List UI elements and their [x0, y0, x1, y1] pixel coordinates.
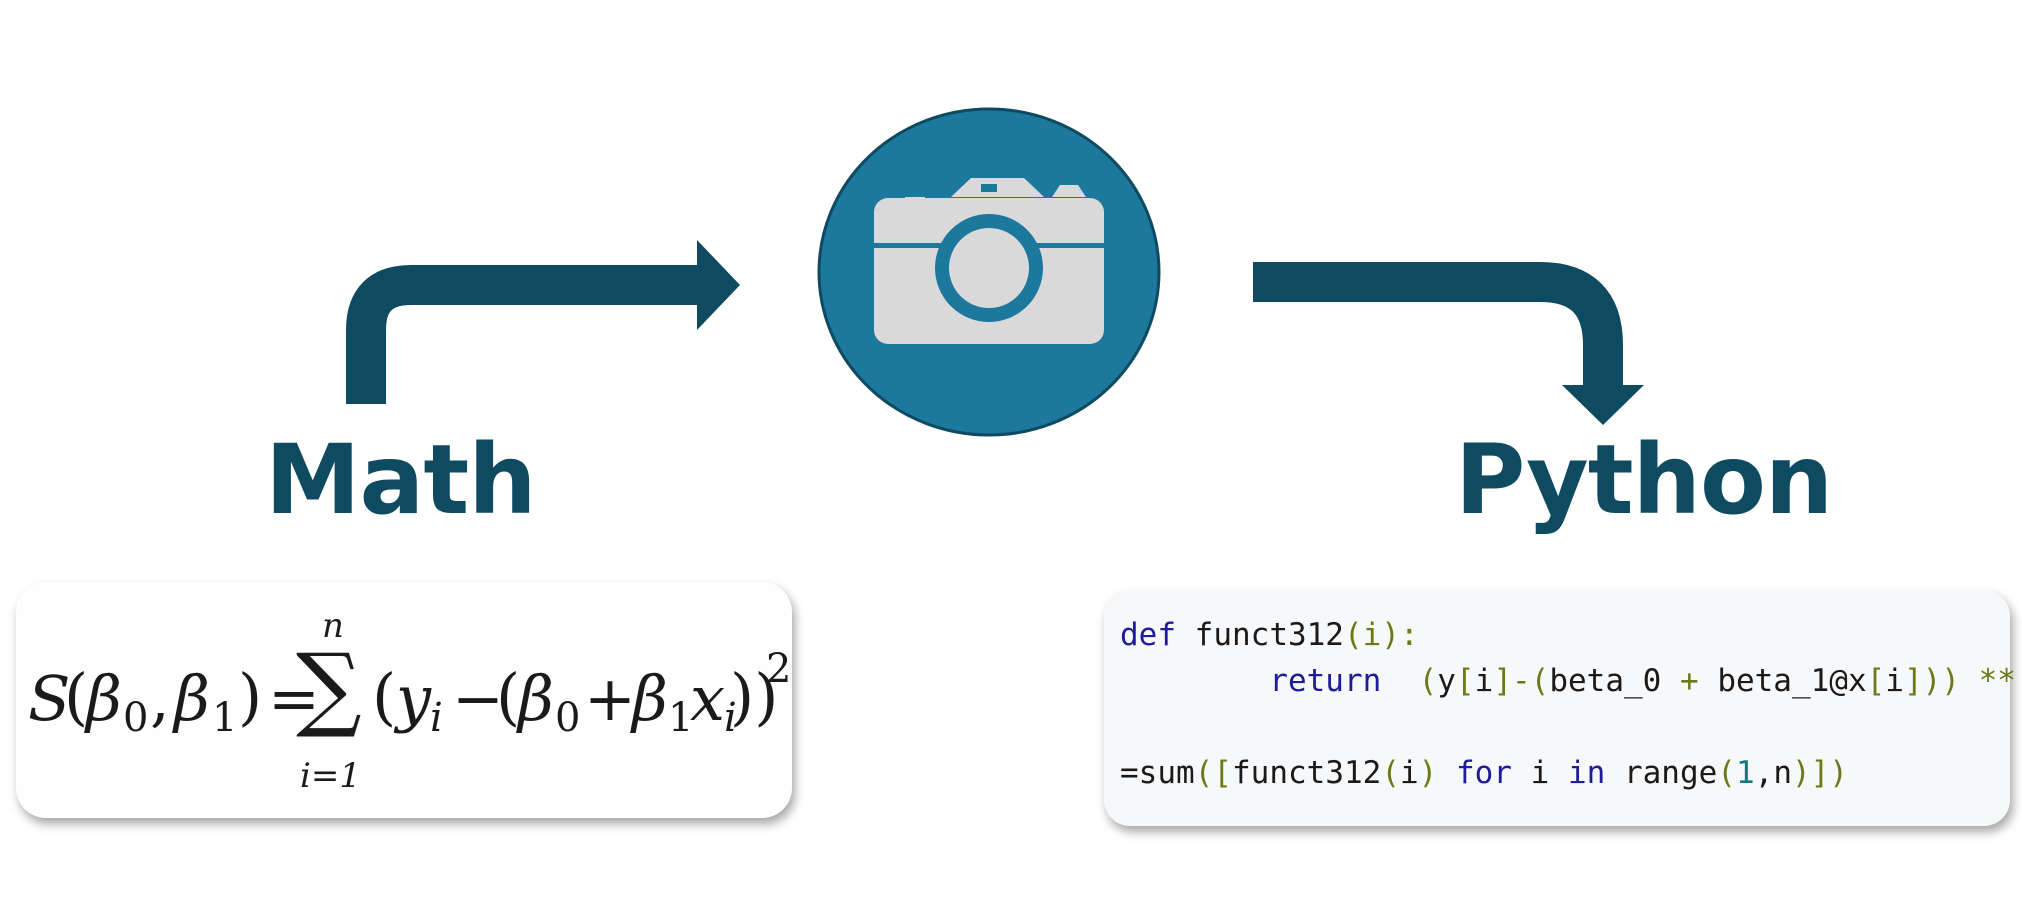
code-line-2: return (y[i]-(beta_0 + beta_1@x[i])) ** …: [1120, 658, 2022, 704]
code-paren: (: [1530, 663, 1550, 699]
formula-rhs-open: (: [372, 660, 397, 733]
code-paren: )]): [1791, 755, 1848, 791]
code-paren: ([: [1194, 755, 1232, 791]
formula-sum-lower: i=1: [300, 756, 361, 796]
code-fn-args: (i):: [1343, 617, 1419, 653]
formula-beta0-b: β: [518, 662, 554, 735]
code-paren: (: [1717, 755, 1736, 791]
formula-plus: +: [584, 662, 636, 735]
formula-sum: ∑: [296, 634, 362, 741]
code-comma: ,: [1754, 755, 1774, 791]
code-plus: +: [1661, 663, 1718, 699]
formula-x: x: [690, 662, 725, 735]
code-minus: -: [1511, 663, 1531, 699]
code-line-3: =sum([funct312(i) for i in range(1,n)]): [1120, 750, 2022, 796]
formula-beta1-b: β: [632, 662, 668, 735]
code-bracket: ]: [1493, 663, 1512, 699]
code-beta0: beta_0: [1549, 663, 1662, 699]
code-index: i: [1474, 663, 1494, 699]
code-paren: ): [1418, 755, 1438, 791]
code-equals: =: [1120, 755, 1139, 791]
code-paren: )): [1922, 663, 1960, 699]
code-sum: sum: [1138, 755, 1195, 791]
code-index: i: [1885, 663, 1904, 699]
formula-comma: ,: [150, 662, 170, 735]
formula-paren-open: (: [64, 660, 89, 733]
formula-exponent: 2: [766, 646, 792, 692]
code-kw-for: for: [1437, 755, 1512, 791]
diagram-canvas: Math Python S ( β 0 , β 1 ) = n ∑ i=1 ( …: [0, 0, 2022, 924]
formula-paren-close: ): [238, 660, 263, 733]
code-range: range: [1605, 755, 1718, 791]
formula-sub0: 0: [123, 695, 149, 741]
formula-y-sub: i: [430, 695, 443, 741]
code-paren: (: [1381, 755, 1400, 791]
code-bracket: [: [1455, 663, 1475, 699]
code-bracket: ]: [1903, 663, 1923, 699]
formula-sub1: 1: [212, 695, 238, 741]
code-paren: (: [1418, 663, 1438, 699]
formula-inner-open: (: [496, 660, 521, 733]
code-fn-name: funct312: [1176, 617, 1344, 653]
code-loop-var: i: [1511, 755, 1550, 791]
code-number: 1: [1735, 755, 1755, 791]
code-kw-def: def: [1120, 617, 1176, 653]
code-fn-call: funct312: [1232, 755, 1382, 791]
code-bracket: [: [1866, 663, 1886, 699]
formula-y: y: [396, 662, 432, 735]
formula-sub0-b: 0: [555, 695, 581, 741]
code-gap: [1381, 663, 1418, 699]
python-code: def funct312(i): return (y[i]-(beta_0 + …: [1120, 612, 2022, 796]
code-line-1: def funct312(i):: [1120, 612, 2022, 658]
formula-beta0: β: [86, 662, 122, 735]
formula-beta1: β: [174, 662, 210, 735]
code-beta1: beta_1@x: [1717, 663, 1867, 699]
code-kw-return: return: [1269, 663, 1382, 699]
code-power: **: [1978, 663, 2016, 699]
code-y: y: [1437, 663, 1456, 699]
code-n: n: [1773, 755, 1792, 791]
code-kw-in: in: [1549, 755, 1606, 791]
code-arg: i: [1399, 755, 1419, 791]
